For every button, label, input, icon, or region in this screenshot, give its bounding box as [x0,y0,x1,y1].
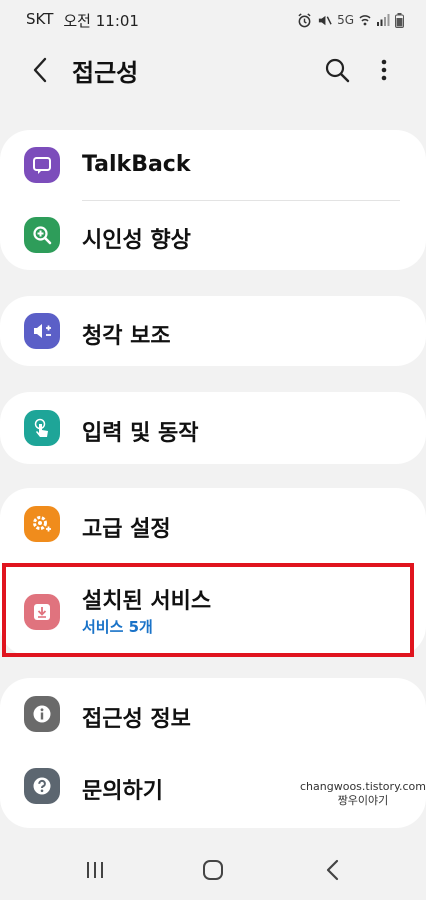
menu-item-input-motion[interactable]: 입력 및 동작 [0,392,426,464]
menu-item-visibility[interactable]: 시인성 향상 [0,201,426,270]
download-icon [24,594,60,630]
settings-group-advanced: 고급 설정 설치된 서비스 서비스 5개 [0,488,426,656]
touch-hand-icon [24,410,60,446]
help-icon [24,768,60,804]
watermark-url: changwoos.tistory.com [300,780,426,793]
menu-item-label: 고급 설정 [82,517,171,542]
back-button[interactable] [28,55,52,85]
menu-item-label: 시인성 향상 [82,228,191,253]
alarm-icon [298,12,311,27]
page-title: 접근성 [72,59,139,87]
menu-item-talkback[interactable]: TalkBack [0,130,426,200]
mute-icon [318,15,332,25]
gear-plus-icon [24,506,60,542]
menu-item-accessibility-info[interactable]: 접근성 정보 [0,678,426,750]
settings-group-hearing: 청각 보조 [0,296,426,366]
search-icon [325,58,350,83]
wifi-icon [359,15,371,26]
menu-item-advanced-settings[interactable]: 고급 설정 [0,488,426,560]
menu-item-label: 청각 보조 [82,324,171,349]
watermark-blog-name: 짱우이야기 [337,794,389,807]
menu-item-label: 문의하기 [82,779,163,804]
more-vert-icon [381,59,387,81]
back-nav-button[interactable] [318,856,348,884]
home-icon [203,860,223,880]
back-nav-icon [326,859,339,881]
hearing-volume-icon [24,313,60,349]
settings-group-input: 입력 및 동작 [0,392,426,464]
recent-apps-button[interactable] [80,856,110,884]
signal-icon [377,14,390,26]
battery-icon [395,12,404,28]
back-icon [33,57,47,83]
talkback-icon [24,147,60,183]
search-button[interactable] [322,55,352,85]
menu-item-label: 접근성 정보 [82,707,191,732]
watermark: changwoos.tistory.com 짱우이야기 [300,780,426,808]
menu-item-installed-services[interactable]: 설치된 서비스 서비스 5개 [0,568,426,656]
navigation-bar [0,840,426,900]
status-time: 오전 11:01 [63,11,139,30]
settings-group-vision: TalkBack 시인성 향상 [0,130,426,270]
recent-apps-icon [87,862,103,878]
menu-item-sublabel: 서비스 5개 [82,618,153,636]
network-label: 5G [337,13,354,27]
menu-item-label: 입력 및 동작 [82,421,199,446]
menu-item-label: TalkBack [82,152,191,177]
app-header: 접근성 [0,45,426,95]
menu-item-hearing[interactable]: 청각 보조 [0,296,426,366]
home-button[interactable] [198,856,228,884]
carrier-name: SKT [26,9,54,28]
info-icon [24,696,60,732]
magnify-plus-icon [24,217,60,253]
menu-item-label: 설치된 서비스 [82,589,212,614]
status-bar: SKT 오전 11:01 5G [0,0,426,40]
more-options-button[interactable] [374,55,394,85]
